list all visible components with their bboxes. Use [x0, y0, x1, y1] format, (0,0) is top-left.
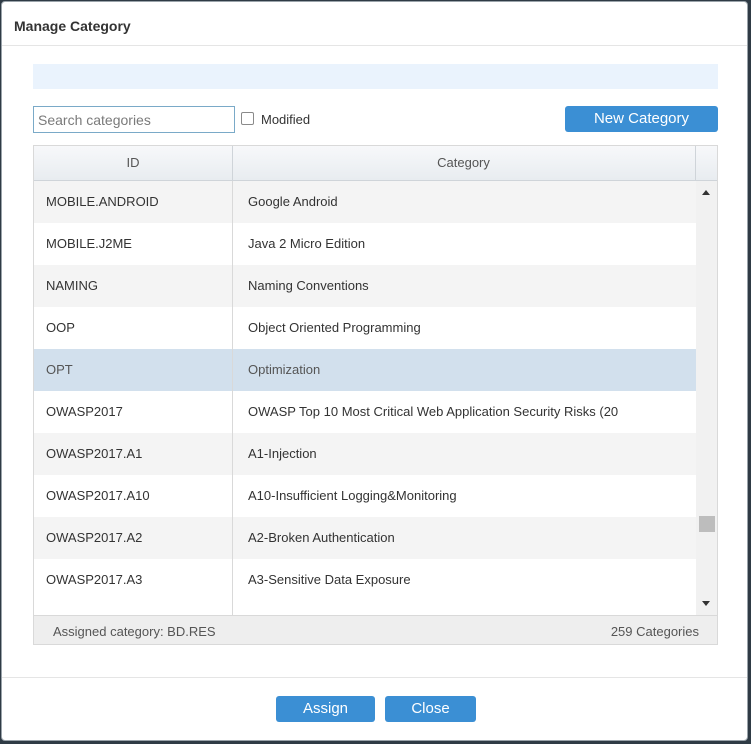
row-category-cell: OWASP Top 10 Most Critical Web Applicati…: [248, 404, 619, 419]
row-category-cell: Java 2 Micro Edition: [248, 236, 366, 251]
category-grid: ID Category MOBILE.ANDROID Google Androi…: [33, 145, 718, 645]
modified-checkbox[interactable]: [241, 112, 254, 125]
category-count-text: 259 Categories: [610, 624, 699, 639]
row-id-cell: OWASP2017.A3: [46, 572, 143, 587]
assign-button[interactable]: Assign: [276, 696, 375, 722]
grid-footer: Assigned category: BD.RES 259 Categories: [34, 615, 717, 644]
row-category-cell: Google Android: [248, 194, 338, 209]
row-category-cell: Object Oriented Programming: [248, 320, 421, 335]
row-id-cell: OWASP2017.A1: [46, 446, 143, 461]
row-id-cell: OWASP2017: [46, 404, 123, 419]
scrollbar-thumb[interactable]: [699, 516, 715, 532]
table-row[interactable]: OWASP2017.A3 A3-Sensitive Data Exposure: [34, 559, 696, 601]
row-id-cell: OWASP2017.A2: [46, 530, 143, 545]
scroll-down-arrow-icon[interactable]: [702, 601, 710, 606]
table-row[interactable]: MOBILE.J2ME Java 2 Micro Edition: [34, 223, 696, 265]
grid-header: ID Category: [34, 146, 717, 181]
scroll-up-arrow-icon[interactable]: [702, 190, 710, 195]
row-id-cell: MOBILE.J2ME: [46, 236, 132, 251]
row-category-cell: A2-Broken Authentication: [248, 530, 395, 545]
table-row[interactable]: OOP Object Oriented Programming: [34, 307, 696, 349]
table-row[interactable]: MOBILE.ANDROID Google Android: [34, 181, 696, 223]
row-id-cell: MOBILE.ANDROID: [46, 194, 159, 209]
table-row[interactable]: OWASP2017 OWASP Top 10 Most Critical Web…: [34, 391, 696, 433]
column-header-category[interactable]: Category: [232, 146, 696, 180]
search-input[interactable]: [33, 106, 235, 133]
modified-checkbox-label[interactable]: Modified: [261, 112, 310, 127]
table-row[interactable]: OWASP2017.A10 A10-Insufficient Logging&M…: [34, 475, 696, 517]
vertical-scrollbar[interactable]: [696, 181, 717, 615]
manage-category-dialog: Manage Category Modified New Category ID…: [1, 1, 748, 741]
row-category-cell: A3-Sensitive Data Exposure: [248, 572, 411, 587]
table-row-selected[interactable]: OPT Optimization: [34, 349, 696, 391]
table-row[interactable]: NAMING Naming Conventions: [34, 265, 696, 307]
table-row[interactable]: OWASP2017.A2 A2-Broken Authentication: [34, 517, 696, 559]
info-bar: [33, 64, 718, 89]
column-header-id[interactable]: ID: [34, 146, 233, 180]
table-row[interactable]: OWASP2017.A1 A1-Injection: [34, 433, 696, 475]
row-category-cell: A10-Insufficient Logging&Monitoring: [248, 488, 457, 503]
footer-divider: [2, 677, 747, 678]
dialog-titlebar: Manage Category: [2, 2, 747, 46]
assigned-category-text: Assigned category: BD.RES: [53, 624, 216, 639]
grid-rows: MOBILE.ANDROID Google Android MOBILE.J2M…: [34, 181, 696, 615]
close-button[interactable]: Close: [385, 696, 476, 722]
row-id-cell: OOP: [46, 320, 75, 335]
row-category-cell: Naming Conventions: [248, 278, 369, 293]
row-id-cell: OWASP2017.A10: [46, 488, 150, 503]
row-category-cell: A1-Injection: [248, 446, 317, 461]
column-divider: [232, 181, 233, 615]
row-id-cell: NAMING: [46, 278, 98, 293]
row-category-cell: Optimization: [248, 362, 321, 377]
dialog-title: Manage Category: [14, 18, 131, 34]
new-category-button[interactable]: New Category: [565, 106, 718, 132]
row-id-cell: OPT: [46, 362, 73, 377]
